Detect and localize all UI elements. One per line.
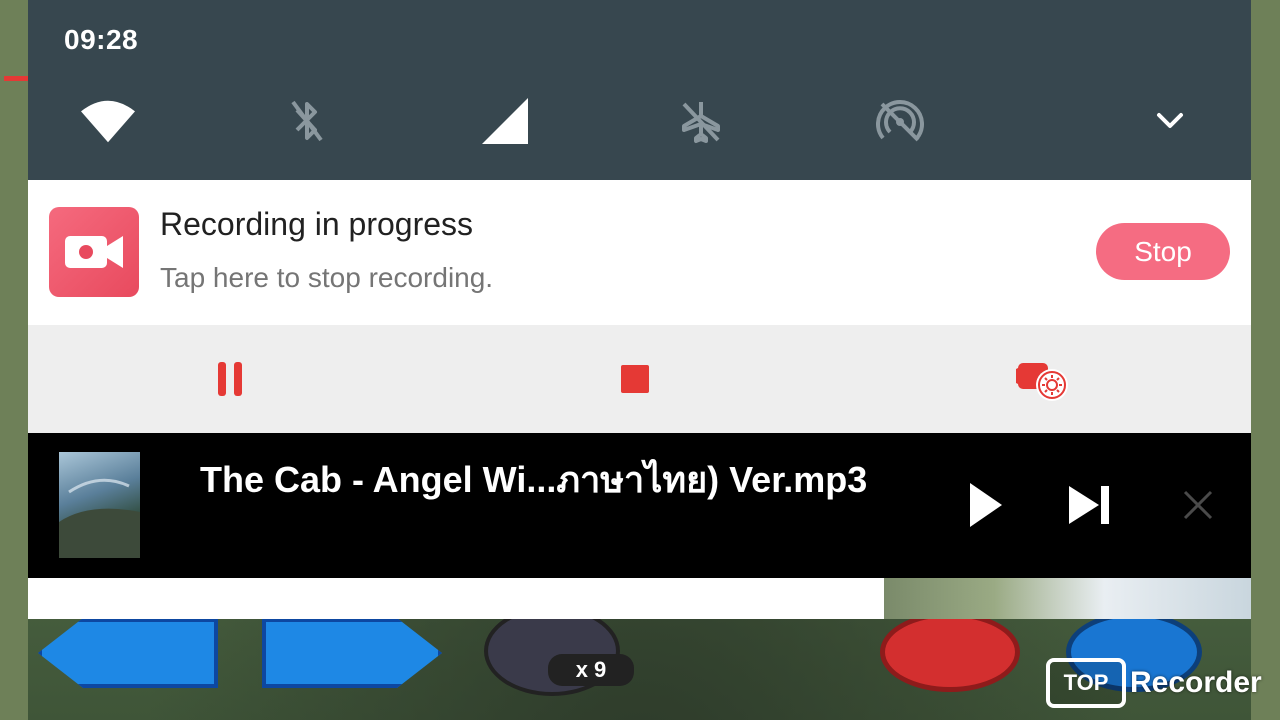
camera-settings-icon[interactable] bbox=[1013, 349, 1073, 409]
recording-control-bar bbox=[28, 325, 1251, 433]
recording-notification[interactable]: Recording in progress Tap here to stop r… bbox=[28, 180, 1251, 325]
recorder-app-icon bbox=[49, 207, 139, 297]
game-item-counter: x 9 bbox=[548, 654, 634, 686]
game-red-action-button[interactable] bbox=[880, 612, 1020, 692]
status-time: 09:28 bbox=[64, 24, 139, 55]
watermark-logo: TOP bbox=[1046, 658, 1126, 708]
recording-subtitle: Tap here to stop recording. bbox=[160, 262, 494, 293]
watermark-brand-text: Recorder bbox=[1130, 666, 1262, 699]
quick-settings-panel: 09:28 bbox=[28, 0, 1251, 180]
stop-icon[interactable] bbox=[605, 349, 665, 409]
background-photo-thumbnail bbox=[884, 578, 1251, 619]
airplane-mode-off-icon[interactable] bbox=[674, 96, 728, 146]
cellular-signal-icon[interactable] bbox=[478, 96, 532, 146]
recorder-watermark: TOP Recorder bbox=[1046, 658, 1262, 708]
track-title: The Cab - Angel Wi...ภาษาไทย) Ver.mp3 bbox=[200, 459, 868, 500]
recording-title: Recording in progress bbox=[160, 206, 474, 242]
notification-shade: 09:28 Recording in progress Tap here to … bbox=[28, 0, 1251, 578]
media-player-notification[interactable]: The Cab - Angel Wi...ภาษาไทย) Ver.mp3 bbox=[28, 433, 1251, 578]
background-content-card bbox=[28, 578, 884, 619]
album-art-image bbox=[59, 452, 140, 558]
skip-next-icon[interactable] bbox=[1064, 477, 1116, 533]
close-icon[interactable] bbox=[1172, 477, 1224, 533]
pause-icon[interactable] bbox=[200, 349, 260, 409]
bluetooth-off-icon[interactable] bbox=[280, 96, 334, 146]
chevron-down-icon[interactable] bbox=[1143, 96, 1197, 146]
play-icon[interactable] bbox=[960, 477, 1012, 533]
stop-recording-button[interactable]: Stop bbox=[1096, 223, 1230, 280]
background-edge-left bbox=[0, 0, 28, 720]
hotspot-off-icon[interactable] bbox=[873, 96, 927, 146]
wifi-icon[interactable] bbox=[81, 96, 135, 146]
background-edge-right bbox=[1251, 0, 1280, 720]
game-health-bar bbox=[4, 76, 28, 81]
